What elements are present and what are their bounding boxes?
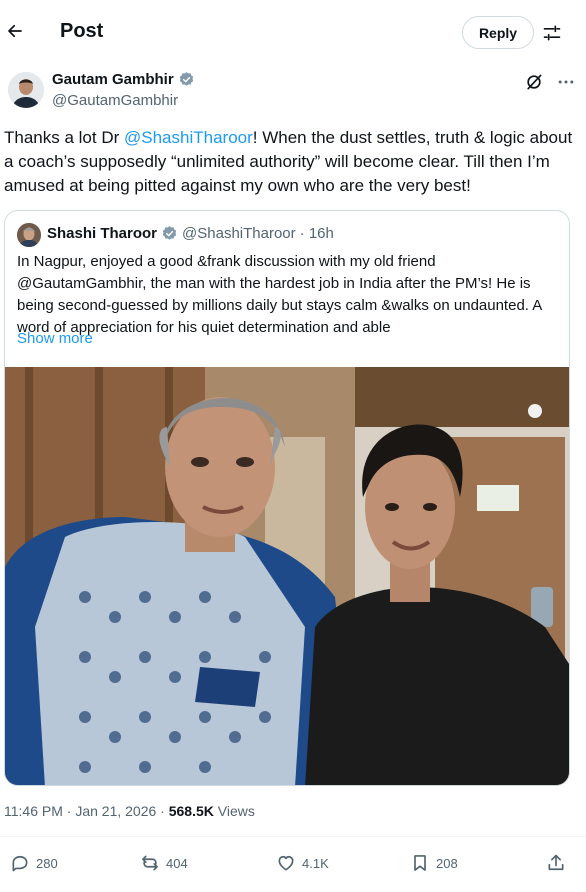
share-action[interactable] <box>546 852 566 874</box>
views-count: 568.5K <box>168 803 214 819</box>
post-timestamp: 11:46 PM · Jan 21, 2026 · 568.5K Views <box>4 803 255 819</box>
bookmark-count: 208 <box>436 855 458 871</box>
reader-settings-icon[interactable] <box>542 23 562 43</box>
author-handle[interactable]: @GautamGambhir <box>52 92 178 109</box>
quote-photo[interactable] <box>5 367 569 785</box>
quote-author-handle[interactable]: @ShashiTharoor <box>182 225 296 242</box>
show-more-link[interactable]: Show more <box>17 330 93 347</box>
repost-action[interactable]: 404 <box>140 852 188 874</box>
quote-header: Shashi Tharoor @ShashiTharoor · 16h <box>47 225 334 242</box>
quoted-post[interactable]: Shashi Tharoor @ShashiTharoor · 16h In N… <box>4 210 570 786</box>
grok-icon[interactable] <box>524 72 544 92</box>
quote-author-name[interactable]: Shashi Tharoor <box>47 225 157 242</box>
like-action[interactable]: 4.1K <box>276 852 329 874</box>
reply-button[interactable]: Reply <box>462 16 534 49</box>
mention-link[interactable]: @ShashiTharoor <box>124 128 253 147</box>
verified-badge-icon <box>179 72 193 86</box>
page-title: Post <box>60 20 104 42</box>
repost-count: 404 <box>166 855 188 871</box>
quote-age: · 16h <box>299 225 334 242</box>
quote-author-avatar[interactable] <box>17 223 41 247</box>
views-label: Views <box>213 803 255 819</box>
reply-count: 280 <box>36 855 58 871</box>
reply-action[interactable]: 280 <box>10 852 58 874</box>
top-bar: Post Reply <box>0 0 586 62</box>
quote-verified-badge-icon <box>162 226 177 240</box>
bookmark-icon <box>414 855 426 871</box>
post-text: Thanks a lot Dr @ShashiTharoor! When the… <box>4 126 578 198</box>
reply-icon <box>12 855 28 872</box>
repost-icon <box>142 855 158 871</box>
post-text-start: Thanks a lot Dr <box>4 128 124 147</box>
timestamp-text[interactable]: 11:46 PM · Jan 21, 2026 · <box>4 803 169 819</box>
like-count: 4.1K <box>302 855 329 871</box>
back-arrow-icon[interactable] <box>6 22 24 40</box>
author-name[interactable]: Gautam Gambhir <box>52 71 195 88</box>
divider <box>0 836 586 837</box>
more-options-icon[interactable] <box>556 72 576 92</box>
heart-icon <box>278 855 294 871</box>
quote-text: In Nagpur, enjoyed a good &frank discuss… <box>17 253 542 336</box>
bookmark-action[interactable]: 208 <box>410 852 458 874</box>
author-name-text[interactable]: Gautam Gambhir <box>52 71 174 88</box>
author-avatar[interactable] <box>8 72 44 108</box>
share-icon <box>548 854 564 871</box>
